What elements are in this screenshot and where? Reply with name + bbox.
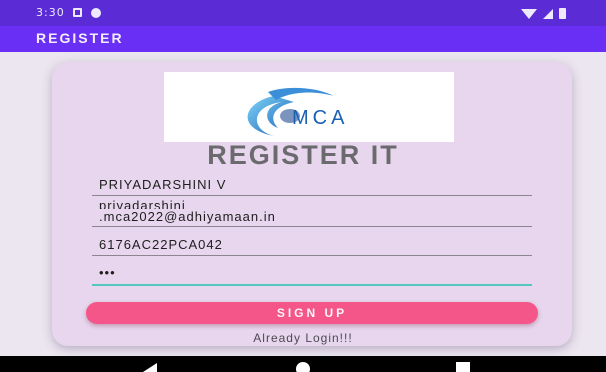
email-underline — [92, 226, 532, 227]
sign-up-button[interactable]: SIGN UP — [86, 302, 538, 324]
status-time: 3:30 — [36, 6, 65, 19]
name-value: PRIYADARSHINI V — [99, 177, 227, 192]
recents-icon[interactable] — [456, 362, 470, 372]
register-number-underline — [92, 255, 532, 256]
mca-logo: MCA — [164, 72, 454, 142]
notification-square-icon — [73, 8, 82, 17]
email-value-line1: priyadarshini — [99, 200, 186, 209]
already-login-link[interactable]: Already Login!!! — [0, 331, 606, 345]
email-field[interactable]: priyadarshini .mca2022@adhiyamaan.in — [92, 200, 532, 227]
signal-icon — [543, 8, 553, 19]
status-icons-left — [73, 8, 101, 18]
password-field[interactable]: ••• — [92, 264, 532, 286]
app-bar: REGISTER — [0, 26, 606, 52]
name-field[interactable]: PRIYADARSHINI V — [92, 174, 532, 196]
register-number-value: 6176AC22PCA042 — [99, 237, 223, 252]
wifi-icon — [521, 8, 537, 19]
email-value-line2: .mca2022@adhiyamaan.in — [99, 209, 276, 224]
navigation-bar — [0, 356, 606, 372]
mca-logo-icon: MCA — [247, 87, 348, 136]
page-title: REGISTER IT — [207, 140, 399, 170]
name-underline — [92, 195, 532, 196]
back-icon[interactable] — [143, 363, 157, 372]
password-value: ••• — [99, 265, 116, 280]
battery-icon — [559, 8, 566, 19]
password-underline — [92, 284, 532, 286]
register-number-field[interactable]: 6176AC22PCA042 — [92, 234, 532, 256]
status-bar: 3:30 — [0, 0, 606, 26]
home-icon[interactable] — [296, 362, 310, 372]
status-icons-right — [521, 8, 566, 19]
notification-dot-icon — [91, 8, 101, 18]
app-bar-title: REGISTER — [36, 30, 124, 46]
logo-text: MCA — [292, 107, 348, 129]
